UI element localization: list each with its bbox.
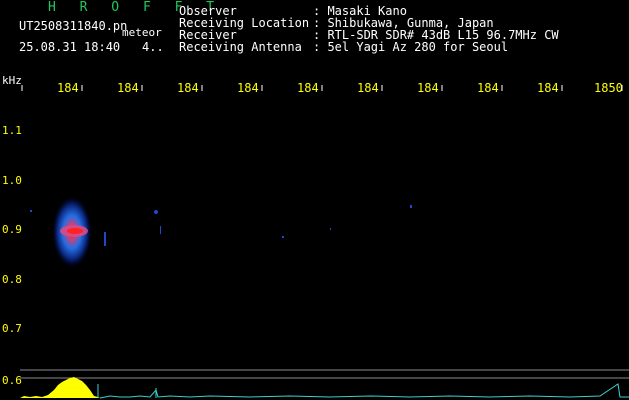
spectrogram-plot [20,85,629,399]
signal-strength-trace [20,377,629,399]
meteor-echo [52,196,92,268]
